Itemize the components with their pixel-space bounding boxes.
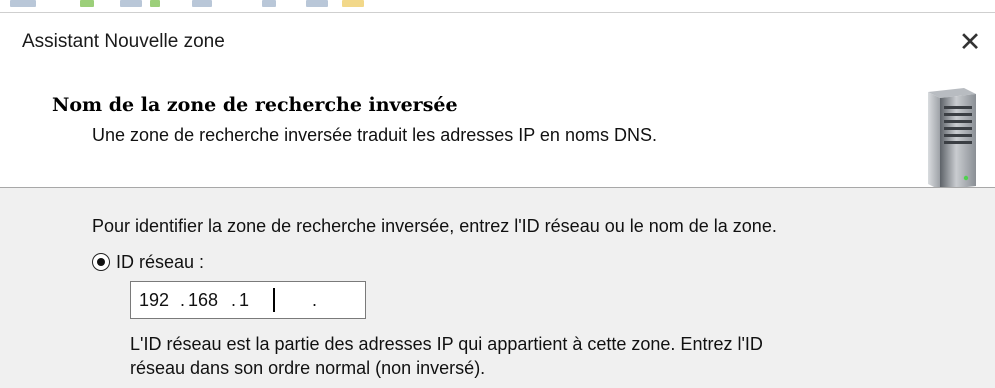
description-line-2: réseau dans son ordre normal (non invers…	[130, 358, 486, 378]
wizard-header: Nom de la zone de recherche inversée Une…	[0, 61, 995, 190]
ip-octet-1[interactable]: 192	[139, 290, 169, 311]
ip-octet-2[interactable]: 168	[188, 290, 218, 311]
network-id-radio-option[interactable]: ID réseau :	[92, 250, 204, 274]
network-id-description: L'ID réseau est la partie des adresses I…	[130, 332, 930, 380]
network-id-radio[interactable]	[92, 253, 110, 271]
server-icon	[928, 88, 976, 190]
window-title: Assistant Nouvelle zone	[22, 31, 225, 52]
close-button[interactable]: ✕	[955, 27, 985, 57]
page-title: Nom de la zone de recherche inversée	[52, 94, 458, 116]
ip-separator-3: .	[312, 290, 318, 310]
ip-separator-1: .	[180, 290, 186, 310]
wizard-dialog: Assistant Nouvelle zone ✕ Nom de la zone…	[0, 12, 995, 388]
background-taskbar-strip	[0, 0, 995, 12]
radio-selected-dot	[96, 257, 105, 266]
ip-octet-3[interactable]: 1	[239, 290, 249, 311]
text-caret	[273, 288, 275, 312]
page-subtitle: Une zone de recherche inversée traduit l…	[92, 125, 657, 145]
wizard-body: Pour identifier la zone de recherche inv…	[0, 188, 995, 388]
close-icon: ✕	[958, 27, 982, 57]
instruction-text: Pour identifier la zone de recherche inv…	[92, 216, 777, 236]
network-id-label: ID réseau :	[116, 251, 205, 272]
network-id-ip-field[interactable]: 192 . 168 . 1 .	[130, 281, 366, 319]
ip-separator-2: .	[231, 290, 237, 310]
title-bar: Assistant Nouvelle zone ✕	[0, 13, 995, 61]
description-line-1: L'ID réseau est la partie des adresses I…	[130, 334, 763, 354]
